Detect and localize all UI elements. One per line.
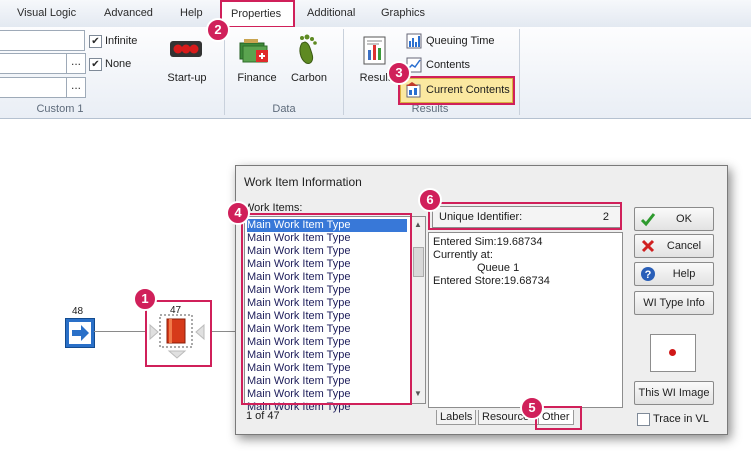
trace-in-vl-checkbox[interactable] xyxy=(637,413,650,426)
queuing-time-label: Queuing Time xyxy=(426,35,495,47)
this-wi-image-button[interactable]: This WI Image xyxy=(634,381,714,405)
help-button[interactable]: ? Help xyxy=(634,262,714,286)
tab-advanced[interactable]: Advanced xyxy=(104,7,153,19)
close-icon xyxy=(641,239,655,253)
checkmark-icon xyxy=(640,213,656,227)
ribbon-panel: ... ... ✔ Infinite ✔ None Start-up Custo… xyxy=(0,27,751,119)
carbon-label: Carbon xyxy=(290,72,328,84)
callout-highlight-current-contents xyxy=(398,76,515,105)
group-separator xyxy=(343,29,344,115)
group-separator xyxy=(519,29,520,115)
infinite-checkbox[interactable]: ✔ xyxy=(89,35,102,48)
right-arrow-icon xyxy=(69,322,91,344)
startup-button[interactable] xyxy=(166,37,206,77)
scroll-down-icon[interactable]: ▼ xyxy=(414,389,422,398)
queue-icon xyxy=(149,314,205,359)
callout-badge-1: 1 xyxy=(133,287,157,311)
none-checkbox[interactable]: ✔ xyxy=(89,58,102,71)
custom-field-1[interactable] xyxy=(0,30,85,51)
callout-highlight-work-items xyxy=(241,213,412,405)
footprint-icon xyxy=(299,34,317,64)
entered-store-text: Entered Store:19.68734 xyxy=(433,275,550,287)
tab-help[interactable]: Help xyxy=(180,7,203,19)
work-item-dot-icon xyxy=(669,349,676,356)
work-item-details-panel: Entered Sim:19.68734 Currently at: Queue… xyxy=(428,232,623,408)
entered-sim-text: Entered Sim:19.68734 xyxy=(433,236,543,248)
custom-field-2-more-button[interactable]: ... xyxy=(66,53,86,74)
queue-block[interactable] xyxy=(148,311,206,359)
wi-type-info-label: WI Type Info xyxy=(643,297,705,309)
callout-badge-5: 5 xyxy=(520,396,544,420)
work-item-image xyxy=(650,334,696,372)
svg-text:?: ? xyxy=(645,269,652,281)
custom-group-label: Custom 1 xyxy=(36,103,84,115)
finance-icon xyxy=(239,39,268,63)
carbon-button[interactable] xyxy=(292,33,326,67)
callout-badge-6: 6 xyxy=(418,188,442,212)
finance-label: Finance xyxy=(237,72,277,84)
startup-label: Start-up xyxy=(167,72,207,84)
infinite-label: Infinite xyxy=(105,35,138,47)
callout-badge-3: 3 xyxy=(387,61,411,85)
results-report-icon xyxy=(363,36,386,65)
tab-visual-logic[interactable]: Visual Logic xyxy=(17,7,76,19)
cancel-button[interactable]: Cancel xyxy=(634,234,714,258)
ok-label: OK xyxy=(676,213,692,225)
callout-badge-4: 4 xyxy=(226,201,250,225)
ribbon-tab-bar: Visual Logic Advanced Help Properties Ad… xyxy=(0,0,751,28)
results-button[interactable] xyxy=(362,36,388,66)
custom-field-3-more-button[interactable]: ... xyxy=(66,77,86,98)
trace-in-vl-label: Trace in VL xyxy=(653,413,709,425)
contents-label: Contents xyxy=(426,59,471,71)
connector-line xyxy=(210,331,236,332)
bar-chart-icon xyxy=(406,33,422,49)
scroll-thumb[interactable] xyxy=(413,247,424,277)
connector-line xyxy=(94,331,146,332)
dialog-title: Work Item Information xyxy=(244,175,362,189)
help-label: Help xyxy=(672,268,696,280)
finance-button[interactable] xyxy=(238,35,272,67)
subtab-labels-label: Labels xyxy=(440,411,473,423)
arrival-count-label: 48 xyxy=(72,306,84,317)
list-scrollbar[interactable]: ▲ ▼ xyxy=(410,217,425,403)
data-group-label: Data xyxy=(272,103,296,115)
subtab-labels[interactable]: Labels xyxy=(436,410,477,425)
callout-highlight-unique-identifier xyxy=(428,202,622,230)
group-separator xyxy=(224,29,225,115)
contents-button[interactable]: Contents xyxy=(406,57,506,74)
tab-additional[interactable]: Additional xyxy=(307,7,355,19)
wi-type-info-button[interactable]: WI Type Info xyxy=(634,291,714,315)
startup-icon xyxy=(170,41,202,57)
scroll-up-icon[interactable]: ▲ xyxy=(414,220,422,229)
callout-badge-2: 2 xyxy=(206,18,230,42)
queuing-time-button[interactable]: Queuing Time xyxy=(406,33,506,50)
currently-at-value: Queue 1 xyxy=(477,262,520,274)
currently-at-label: Currently at: xyxy=(433,249,493,261)
tab-graphics[interactable]: Graphics xyxy=(381,7,425,19)
list-status: 1 of 47 xyxy=(246,410,280,422)
help-icon: ? xyxy=(641,267,655,281)
ok-button[interactable]: OK xyxy=(634,207,714,231)
callout-highlight-properties xyxy=(220,0,295,28)
cancel-label: Cancel xyxy=(666,240,702,252)
this-wi-image-label: This WI Image xyxy=(638,387,710,399)
arrival-block[interactable] xyxy=(65,318,95,348)
none-label: None xyxy=(105,58,132,70)
